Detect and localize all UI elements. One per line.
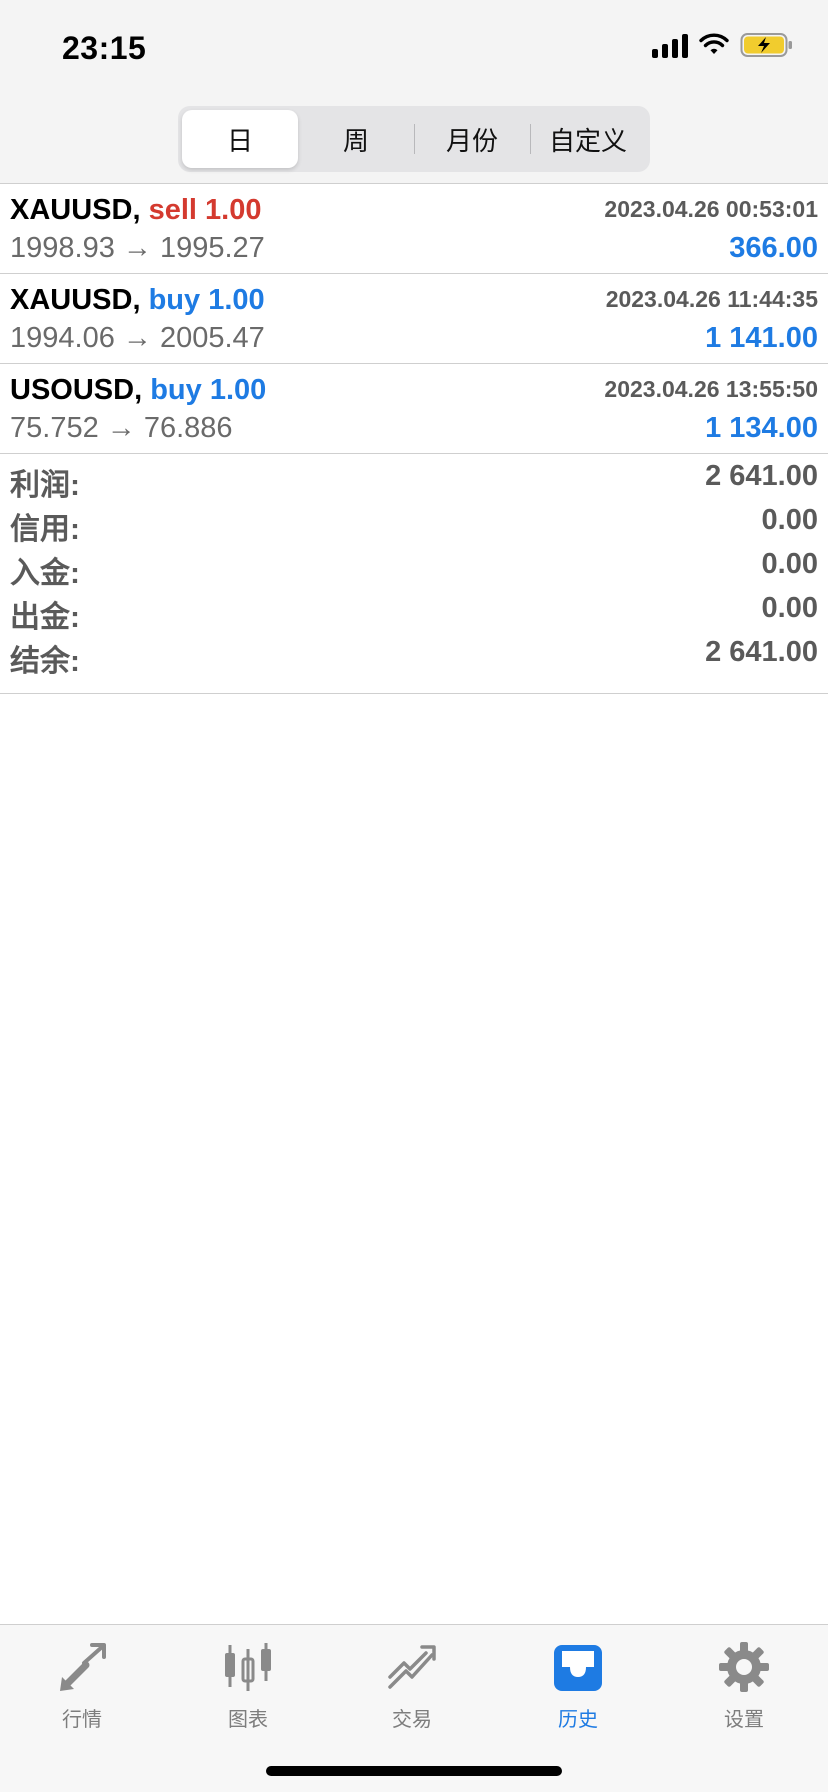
tab-label: 设置 <box>724 1709 764 1731</box>
tab-trade[interactable]: 交易 <box>352 1637 472 1747</box>
tab-history[interactable]: 历史 <box>518 1637 638 1747</box>
summary-value: 0.00 <box>761 592 818 624</box>
period-tab-month[interactable]: 月份 <box>414 110 530 168</box>
deal-prices: 1994.06 → 2005.47 <box>10 322 265 354</box>
gear-icon <box>719 1642 769 1692</box>
tab-quotes[interactable]: 行情 <box>22 1637 142 1747</box>
period-tab-week[interactable]: 周 <box>298 110 414 168</box>
status-icons <box>652 32 794 58</box>
deal-symbol: XAUUSD, <box>10 194 141 226</box>
quotes-arrows-icon <box>60 1643 106 1691</box>
wifi-icon <box>698 32 730 58</box>
deal-symbol-line: XAUUSD, sell 1.00 <box>10 194 261 227</box>
deal-action: buy 1.00 <box>150 374 267 406</box>
tab-chart[interactable]: 图表 <box>188 1637 308 1747</box>
tab-label: 图表 <box>228 1709 268 1731</box>
summary-row-profit: 利润: 2 641.00 <box>0 454 828 502</box>
summary-row-deposit: 入金: 0.00 <box>0 542 828 590</box>
candlestick-chart-icon <box>225 1643 271 1691</box>
period-selector: 日 周 月份 自定义 <box>178 106 650 172</box>
status-time: 23:15 <box>62 30 147 66</box>
deal-profit: 1 134.00 <box>705 412 818 444</box>
summary-value: 0.00 <box>761 504 818 536</box>
period-tab-custom[interactable]: 自定义 <box>530 110 646 168</box>
deal-profit: 1 141.00 <box>705 322 818 354</box>
deal-date: 2023.04.26 11:44:35 <box>605 286 818 312</box>
summary-row-credit: 信用: 0.00 <box>0 498 828 546</box>
deal-action: buy 1.00 <box>148 284 265 316</box>
screen: 23:15 日 周 月份 自定义 XAUUSD, sell 1.00 2023.… <box>0 0 828 1792</box>
deal-action: sell 1.00 <box>148 194 262 226</box>
summary-value: 0.00 <box>761 548 818 580</box>
summary-panel: 利润: 2 641.00 信用: 0.00 入金: 0.00 出金: 0.00 … <box>0 454 828 694</box>
deal-row[interactable]: XAUUSD, sell 1.00 2023.04.26 00:53:01 19… <box>0 184 828 274</box>
header: 23:15 日 周 月份 自定义 <box>0 0 828 184</box>
history-inbox-icon <box>554 1645 602 1691</box>
deal-symbol: USOUSD, <box>10 374 143 406</box>
deal-symbol-line: XAUUSD, buy 1.00 <box>10 284 265 317</box>
home-indicator <box>266 1766 562 1776</box>
deal-date: 2023.04.26 00:53:01 <box>604 196 818 222</box>
deal-row[interactable]: USOUSD, buy 1.00 2023.04.26 13:55:50 75.… <box>0 364 828 454</box>
battery-charging-icon <box>740 32 794 58</box>
deal-prices: 75.752 → 76.886 <box>10 412 233 444</box>
deal-profit: 366.00 <box>729 232 818 264</box>
tab-label: 行情 <box>62 1709 102 1731</box>
tab-label: 历史 <box>558 1709 598 1731</box>
deal-symbol: XAUUSD, <box>10 284 141 316</box>
deal-list: XAUUSD, sell 1.00 2023.04.26 00:53:01 19… <box>0 184 828 454</box>
summary-value: 2 641.00 <box>705 636 818 668</box>
deal-symbol-line: USOUSD, buy 1.00 <box>10 374 266 407</box>
summary-label: 结余: <box>10 645 80 678</box>
cellular-signal-icon <box>652 32 688 58</box>
tab-settings[interactable]: 设置 <box>684 1637 804 1747</box>
period-tab-day[interactable]: 日 <box>182 110 298 168</box>
trade-trend-icon <box>388 1645 436 1689</box>
deal-row[interactable]: XAUUSD, buy 1.00 2023.04.26 11:44:35 199… <box>0 274 828 364</box>
tab-label: 交易 <box>392 1709 432 1731</box>
summary-value: 2 641.00 <box>705 460 818 492</box>
summary-row-balance: 结余: 2 641.00 <box>0 630 828 678</box>
summary-row-withdrawal: 出金: 0.00 <box>0 586 828 634</box>
deal-date: 2023.04.26 13:55:50 <box>604 376 818 402</box>
deal-prices: 1998.93 → 1995.27 <box>10 232 265 264</box>
